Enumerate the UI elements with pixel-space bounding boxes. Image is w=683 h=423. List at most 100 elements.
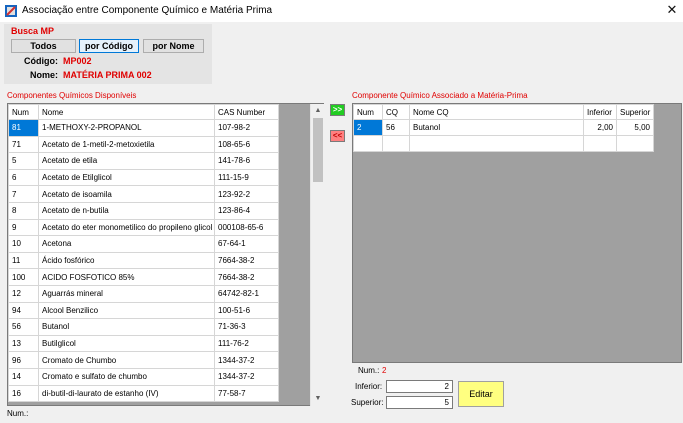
cell-nome[interactable]: Acetato de isoamila [38, 185, 215, 203]
cell-num[interactable]: 12 [8, 284, 39, 303]
cell-cas[interactable]: 141-78-6 [214, 152, 279, 170]
cell-nome[interactable]: Aguarrás mineral [38, 284, 215, 303]
cell-cas[interactable]: 64742-82-1 [214, 284, 279, 303]
table-row[interactable]: 9 Acetato do eter monometilico do propile… [8, 218, 279, 237]
cell-cas[interactable]: 111-15-9 [214, 168, 279, 187]
cell-num[interactable]: 81 [8, 119, 39, 137]
cell-cq[interactable] [382, 135, 410, 152]
table-row[interactable]: 5 Acetato de etila 141-78-6 [8, 152, 279, 170]
cell-cas[interactable]: 100-51-6 [214, 301, 279, 320]
cell-cas[interactable]: 123-92-2 [214, 185, 279, 203]
cell-cas[interactable]: 7664-38-2 [214, 268, 279, 286]
cell-nome[interactable]: Cromato e sulfato de chumbo [38, 367, 215, 386]
cell-num[interactable]: 2 [353, 119, 383, 136]
col-header-num[interactable]: Num [353, 104, 383, 120]
cell-nome[interactable]: Acetona [38, 235, 215, 253]
cell-num[interactable]: 94 [8, 301, 39, 320]
cell-cas[interactable]: 123-86-4 [214, 201, 279, 220]
remove-association-button[interactable]: << [330, 130, 345, 142]
cell-cas[interactable]: 1344-37-2 [214, 351, 279, 369]
cell-nome[interactable]: di-butil-di-laurato de estanho (IV) [38, 384, 215, 403]
table-row[interactable]: 8 Acetato de n-butila 123-86-4 [8, 201, 279, 220]
cell-nome[interactable]: Acetato de Etilglicol [38, 168, 215, 187]
disponiveis-grid[interactable]: Num Nome CAS Number 81 1-METHOXY-2-PROPAN… [7, 103, 324, 406]
table-row[interactable]: 7 Acetato de isoamila 123-92-2 [8, 185, 279, 203]
cell-cas[interactable]: 108-65-6 [214, 135, 279, 154]
table-row[interactable]: 81 1-METHOXY-2-PROPANOL 107-98-2 [8, 119, 279, 137]
cell-nome[interactable]: Butanol [38, 318, 215, 336]
col-header-cas[interactable]: CAS Number [214, 104, 279, 120]
cell-cq[interactable]: 56 [382, 119, 410, 136]
cell-cas[interactable]: 7664-38-2 [214, 251, 279, 270]
superior-input[interactable]: 5 [386, 396, 453, 409]
cell-cas[interactable]: 67-64-1 [214, 235, 279, 253]
cell-num[interactable]: 5 [8, 152, 39, 170]
col-header-nome[interactable]: Nome [38, 104, 215, 120]
col-header-nome-cq[interactable]: Nome CQ [409, 104, 584, 120]
cell-num[interactable] [353, 135, 383, 152]
cell-num[interactable]: 13 [8, 334, 39, 353]
cell-num[interactable]: 56 [8, 318, 39, 336]
cell-nome[interactable]: Ácido fosfórico [38, 251, 215, 270]
cell-num[interactable]: 71 [8, 135, 39, 154]
table-row[interactable]: 71 Acetato de 1-metil-2-metoxietila 108-65… [8, 135, 279, 154]
table-row[interactable]: 11 Ácido fosfórico 7664-38-2 [8, 251, 279, 270]
cell-inferior[interactable]: 2,00 [583, 119, 617, 136]
col-header-cq[interactable]: CQ [382, 104, 410, 120]
todos-button[interactable]: Todos [11, 39, 76, 53]
close-icon[interactable]: ✕ [664, 2, 680, 18]
col-header-num[interactable]: Num [8, 104, 39, 120]
cell-superior[interactable] [616, 135, 654, 152]
table-row[interactable]: 12 Aguarrás mineral 64742-82-1 [8, 284, 279, 303]
cell-nome[interactable]: 1-METHOXY-2-PROPANOL [38, 119, 215, 137]
cell-num[interactable]: 100 [8, 268, 39, 286]
cell-nome[interactable]: Acetato de 1-metil-2-metoxietila [38, 135, 215, 154]
table-row[interactable]: 6 Acetato de Etilglicol 111-15-9 [8, 168, 279, 187]
cell-nome-cq[interactable] [409, 135, 584, 152]
table-row[interactable]: 14 Cromato e sulfato de chumbo 1344-37-2 [8, 367, 279, 386]
cell-num[interactable]: 7 [8, 185, 39, 203]
por-codigo-button[interactable]: por Código [79, 39, 139, 53]
table-row[interactable]: 56 Butanol 71-36-3 [8, 318, 279, 336]
cell-cas[interactable]: 111-76-2 [214, 334, 279, 353]
cell-nome[interactable]: Alcool Benzilico [38, 301, 215, 320]
cell-num[interactable]: 8 [8, 201, 39, 220]
cell-nome-cq[interactable]: Butanol [409, 119, 584, 136]
cell-cas[interactable]: 77-58-7 [214, 384, 279, 403]
cell-cas[interactable]: 107-98-2 [214, 119, 279, 137]
col-header-inferior[interactable]: Inferior [583, 104, 617, 120]
table-row[interactable]: 96 Cromato de Chumbo 1344-37-2 [8, 351, 279, 369]
inferior-input[interactable]: 2 [386, 380, 453, 393]
cell-cas[interactable]: 1344-37-2 [214, 367, 279, 386]
new-row[interactable] [353, 135, 654, 152]
cell-num[interactable]: 6 [8, 168, 39, 187]
editar-button[interactable]: Editar [458, 381, 504, 407]
cell-num[interactable]: 11 [8, 251, 39, 270]
cell-superior[interactable]: 5,00 [616, 119, 654, 136]
cell-cas[interactable]: 71-36-3 [214, 318, 279, 336]
cell-nome[interactable]: Acetato de n-butila [38, 201, 215, 220]
table-row[interactable]: 16 di-butil-di-laurato de estanho (IV) 77-… [8, 384, 279, 403]
cell-num[interactable]: 96 [8, 351, 39, 369]
table-row[interactable]: 13 Butilglicol 111-76-2 [8, 334, 279, 353]
cell-num[interactable]: 16 [8, 384, 39, 403]
cell-nome[interactable]: Acetato do eter monometilico do propilen… [38, 218, 215, 237]
disponiveis-scrollbar[interactable]: ▲ ▼ [310, 104, 324, 406]
cell-nome[interactable]: Cromato de Chumbo [38, 351, 215, 369]
chevron-up-icon[interactable]: ▲ [311, 104, 325, 118]
chevron-down-icon[interactable]: ▼ [311, 392, 325, 406]
table-row[interactable]: 10 Acetona 67-64-1 [8, 235, 279, 253]
associados-grid[interactable]: Num CQ Nome CQ Inferior Superior 2 56 Buta… [352, 103, 682, 363]
table-row[interactable]: 94 Alcool Benzilico 100-51-6 [8, 301, 279, 320]
col-header-superior[interactable]: Superior [616, 104, 654, 120]
cell-num[interactable]: 10 [8, 235, 39, 253]
table-row[interactable]: 100 ACIDO FOSFOTICO 85% 7664-38-2 [8, 268, 279, 286]
cell-num[interactable]: 9 [8, 218, 39, 237]
cell-num[interactable]: 14 [8, 367, 39, 386]
table-row[interactable]: 2 56 Butanol 2,00 5,00 [353, 119, 654, 136]
cell-nome[interactable]: Butilglicol [38, 334, 215, 353]
cell-cas[interactable]: 000108-65-6 [214, 218, 279, 237]
por-nome-button[interactable]: por Nome [143, 39, 204, 53]
cell-nome[interactable]: ACIDO FOSFOTICO 85% [38, 268, 215, 286]
add-association-button[interactable]: >> [330, 104, 345, 116]
